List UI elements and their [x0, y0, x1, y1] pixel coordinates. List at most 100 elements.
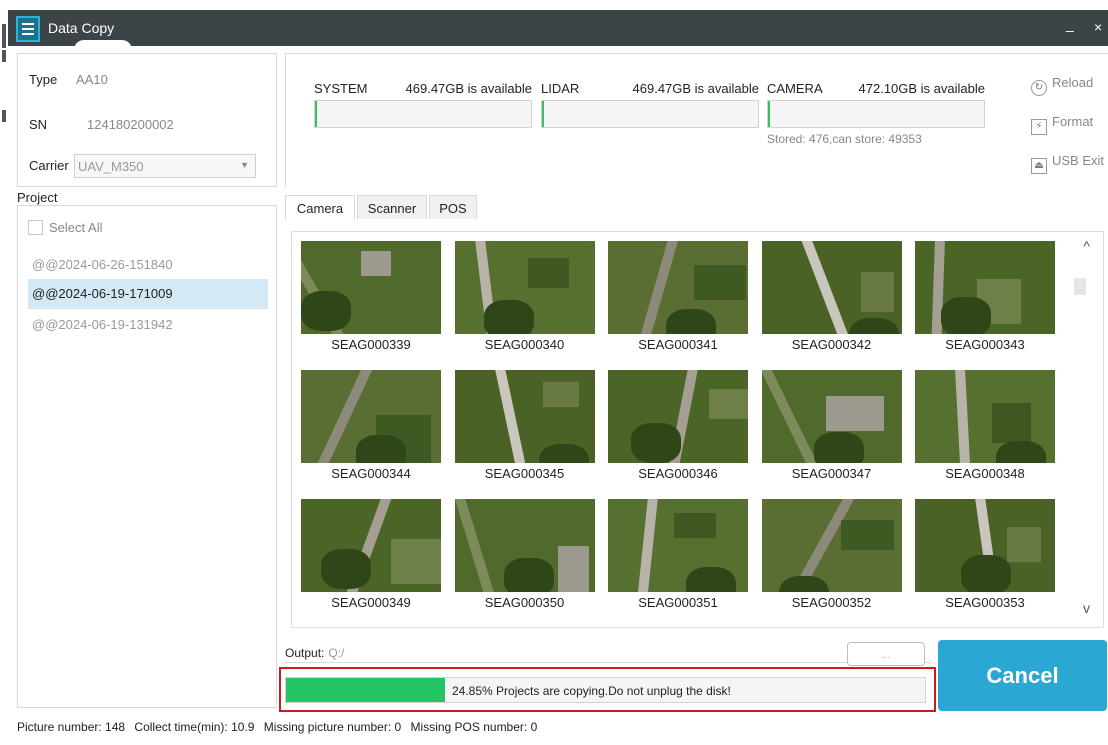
- image-thumbnail[interactable]: SEAG000341: [608, 241, 748, 352]
- thumbnail-caption: SEAG000349: [331, 595, 411, 610]
- image-thumbnail[interactable]: SEAG000339: [301, 241, 441, 352]
- thumbnail-caption: SEAG000347: [791, 466, 872, 481]
- image-thumbnail[interactable]: SEAG000350: [454, 499, 595, 610]
- thumbnail-caption: SEAG000339: [331, 337, 411, 352]
- drive-name: LIDAR: [541, 81, 580, 96]
- output-label: Output:: [285, 646, 325, 660]
- image-thumbnail[interactable]: SEAG000348: [915, 370, 1055, 481]
- tab-pos[interactable]: POS: [429, 195, 477, 219]
- drive-available: 472.10GB is available: [858, 81, 985, 96]
- aerial-photo: [301, 499, 441, 592]
- chevron-down-icon: ▼: [240, 160, 249, 170]
- image-thumbnail[interactable]: SEAG000351: [608, 499, 748, 610]
- select-all-label: Select All: [49, 220, 103, 235]
- drive-available: 469.47GB is available: [405, 81, 532, 96]
- cancel-button[interactable]: Cancel: [938, 640, 1107, 711]
- close-button[interactable]: ×: [1094, 19, 1102, 35]
- sn-label: SN: [29, 117, 48, 132]
- image-thumbnail[interactable]: SEAG000347: [761, 370, 902, 481]
- copy-progress-bar: 24.85% Projects are copying.Do not unplu…: [285, 677, 926, 703]
- missing-picture-number: Missing picture number: 0: [263, 720, 402, 734]
- reload-button[interactable]: ↻ Reload: [1031, 75, 1093, 96]
- picture-number: Picture number: 148: [17, 720, 126, 734]
- thumbnail-caption: SEAG000350: [484, 595, 565, 610]
- thumbnail-caption: SEAG000343: [945, 337, 1025, 352]
- tab-scanner[interactable]: Scanner: [357, 195, 427, 219]
- select-all-checkbox[interactable]: Select All: [28, 220, 102, 235]
- thumbnail-caption: SEAG000353: [945, 595, 1025, 610]
- drive-name: CAMERA: [767, 81, 823, 96]
- aerial-photo: [915, 370, 1055, 463]
- collect-time: Collect time(min): 10.9: [134, 720, 255, 734]
- thumbnail-caption: SEAG000344: [331, 466, 411, 481]
- image-thumbnail[interactable]: SEAG000343: [915, 241, 1055, 352]
- drive-available: 469.47GB is available: [632, 81, 759, 96]
- scrollbar-thumb[interactable]: [1074, 278, 1086, 295]
- reload-icon: ↻: [1031, 80, 1047, 96]
- type-value: AA10: [76, 72, 108, 87]
- browse-button[interactable]: ...: [847, 642, 925, 666]
- image-thumbnail[interactable]: SEAG000353: [915, 499, 1055, 610]
- aerial-photo: [761, 241, 902, 334]
- drive-usage-bar: [314, 100, 532, 128]
- progress-text: 24.85% Projects are copying.Do not unplu…: [452, 684, 731, 698]
- output-path[interactable]: Q:/: [328, 646, 344, 660]
- drive-usage-bar: [541, 100, 759, 128]
- scroll-up-icon[interactable]: ^: [1083, 238, 1090, 254]
- title-bar-notch: [74, 40, 132, 52]
- title-bar: Data Copy _ ×: [8, 10, 1108, 52]
- image-gallery: SEAG000339 SEAG000340 SEAG000341 SEAG000342…: [291, 231, 1104, 628]
- sn-value: 124180200002: [87, 117, 174, 132]
- project-item[interactable]: @@2024-06-26-151840: [28, 250, 268, 280]
- aerial-photo: [608, 241, 748, 334]
- project-legend: Project: [17, 190, 62, 205]
- aerial-photo: [761, 370, 902, 463]
- output-field: Output: Q:/: [285, 646, 344, 660]
- image-thumbnail[interactable]: SEAG000340: [454, 241, 595, 352]
- carrier-select[interactable]: UAV_M350 ▼: [74, 154, 256, 178]
- project-panel: Select All @@2024-06-26-151840 @@2024-06…: [17, 205, 277, 708]
- format-button[interactable]: ⚡ Format: [1031, 114, 1093, 135]
- progress-fill: [286, 678, 445, 702]
- type-label: Type: [29, 72, 58, 87]
- project-item[interactable]: @@2024-06-19-131942: [28, 310, 268, 340]
- image-thumbnail[interactable]: SEAG000344: [301, 370, 441, 481]
- image-thumbnail[interactable]: SEAG000342: [761, 241, 902, 352]
- project-item-selected[interactable]: @@2024-06-19-171009: [28, 279, 268, 309]
- format-label: Format: [1052, 114, 1094, 129]
- thumbnail-caption: SEAG000352: [791, 595, 872, 610]
- missing-pos-number: Missing POS number: 0: [410, 720, 538, 734]
- minimize-button[interactable]: _: [1066, 16, 1074, 32]
- carrier-value: UAV_M350: [78, 159, 144, 174]
- thumbnail-caption: SEAG000342: [791, 337, 872, 352]
- scroll-down-icon[interactable]: v: [1083, 600, 1090, 616]
- aerial-photo: [608, 499, 748, 592]
- checkbox-icon: [28, 220, 43, 235]
- image-thumbnail[interactable]: SEAG000346: [608, 370, 748, 481]
- thumbnail-caption: SEAG000340: [484, 337, 565, 352]
- image-thumbnail[interactable]: SEAG000349: [301, 499, 441, 610]
- sn-row: SN 124180200002: [29, 117, 174, 132]
- thumbnail-caption: SEAG000346: [638, 466, 718, 481]
- aerial-photo: [301, 370, 441, 463]
- output-underline: [285, 662, 930, 663]
- tab-camera[interactable]: Camera: [285, 195, 355, 220]
- status-bar: Picture number: 148 Collect time(min): 1…: [17, 720, 543, 734]
- drive-name: SYSTEM: [314, 81, 368, 96]
- image-thumbnail[interactable]: SEAG000352: [761, 499, 902, 610]
- aerial-photo: [915, 499, 1055, 592]
- aerial-photo: [301, 241, 441, 334]
- image-thumbnail[interactable]: SEAG000345: [454, 370, 595, 481]
- aerial-photo: [454, 370, 595, 463]
- aerial-photo: [915, 241, 1055, 334]
- thumbnail-caption: SEAG000341: [638, 337, 718, 352]
- aerial-photo: [454, 499, 595, 592]
- storage-panel: SYSTEM 469.47GB is available LIDAR 469.4…: [285, 53, 1108, 187]
- usb-exit-button[interactable]: ⏏ USB Exit: [1031, 153, 1104, 174]
- aerial-photo: [608, 370, 748, 463]
- usb-exit-label: USB Exit: [1052, 153, 1105, 168]
- thumbnail-caption: SEAG000351: [638, 595, 718, 610]
- background-window-edge: [0, 0, 8, 745]
- drive-usage-bar: [767, 100, 985, 128]
- data-copy-icon: [16, 16, 40, 42]
